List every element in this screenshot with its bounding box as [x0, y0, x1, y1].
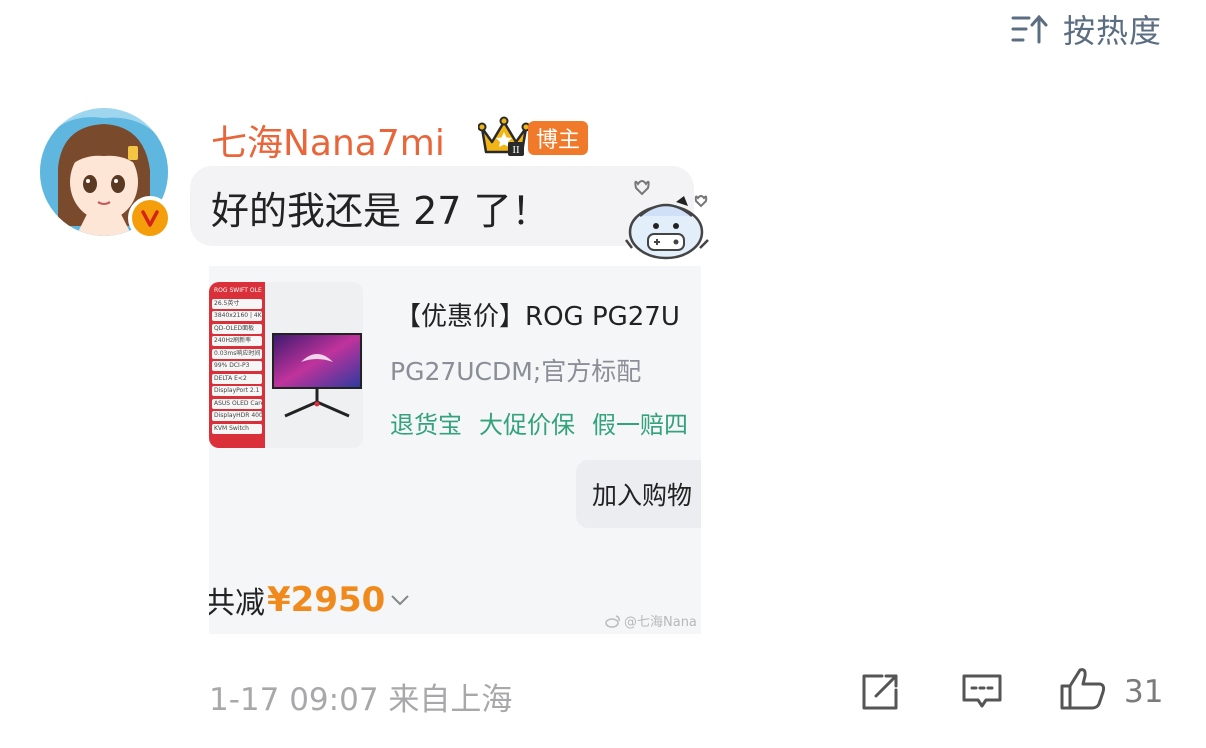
spec-item: 0.03ms响应时间 — [212, 348, 262, 359]
share-icon[interactable] — [858, 670, 902, 714]
spec-item: 99% DCI-P3 — [212, 361, 262, 371]
tag-price-protect: 大促价保 — [479, 411, 575, 439]
weibo-logo-icon — [605, 614, 620, 628]
product-title: 【优惠价】ROG PG27U — [395, 302, 680, 332]
spec-item: 240Hz刷新率 — [212, 336, 262, 346]
comment-timestamp: 1-17 09:07 来自上海 — [209, 682, 513, 718]
like-count: 31 — [1124, 674, 1164, 710]
product-thumbnail: ROG SWIFT OLED PG27UCDM 26.5英寸 3840x2160… — [209, 282, 363, 448]
spec-item: DELTA E<2 — [212, 373, 262, 384]
spec-header: ROG SWIFT OLED PG27UCDM — [214, 287, 262, 294]
sort-by-hot-button[interactable]: 按热度 — [1011, 6, 1162, 52]
add-to-cart-button[interactable]: 加入购物 — [576, 460, 701, 528]
product-sku: PG27UCDM;官方标配 — [390, 357, 642, 386]
verified-icon — [128, 196, 172, 240]
spec-item: DisplayPort 2.1 DSC — [212, 386, 262, 396]
tag-return-guarantee: 退货宝 — [390, 411, 462, 439]
comment-icon[interactable] — [960, 670, 1004, 714]
spec-item: ASUS OLED Care — [212, 398, 262, 409]
spec-item: KVM Switch — [212, 423, 262, 434]
monitor-image-icon — [272, 333, 362, 418]
username[interactable]: 七海Nana7mi — [211, 114, 445, 166]
discount-prefix: 共减 — [209, 586, 265, 621]
bubble-sticker-icon — [625, 180, 709, 260]
sort-icon — [1011, 14, 1048, 44]
comment-text: 好的我还是 27 了！ — [211, 189, 550, 233]
tag-fake-compensation: 假一赔四 — [592, 411, 688, 439]
product-tags: 退货宝 大促价保 假一赔四 — [390, 405, 688, 440]
blogger-badge: 博主 — [528, 121, 588, 155]
spec-item: DisplayHDR 400 — [212, 411, 262, 421]
watermark-text: @七海Nana — [624, 615, 697, 630]
spec-item: 3840x2160 | 4K分辨率 — [212, 311, 262, 321]
sort-label: 按热度 — [1062, 12, 1162, 50]
discount-amount: ¥2950 — [267, 580, 386, 620]
image-watermark: @七海Nana — [605, 611, 697, 630]
shopping-image-card[interactable]: ROG SWIFT OLED PG27UCDM 26.5英寸 3840x2160… — [209, 266, 701, 634]
discount-row: 共减 ¥2950 — [209, 578, 411, 622]
crown-level-icon: II — [478, 116, 530, 156]
spec-item: QD-OLED面板 — [212, 323, 262, 334]
spec-strip: ROG SWIFT OLED PG27UCDM 26.5英寸 3840x2160… — [209, 282, 265, 448]
spec-item: 26.5英寸 — [212, 298, 262, 309]
crown-level-text: II — [512, 144, 520, 156]
like-icon[interactable] — [1058, 664, 1108, 714]
chevron-down-icon — [391, 595, 410, 606]
